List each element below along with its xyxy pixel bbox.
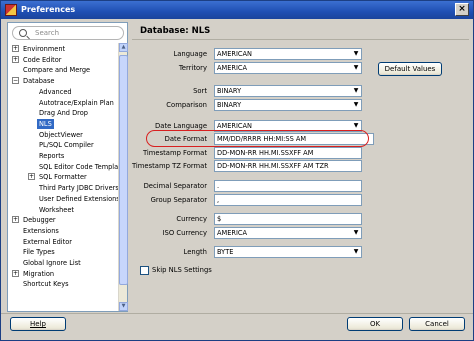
title-bar[interactable]: Preferences × bbox=[1, 1, 473, 19]
timestamp-format-field[interactable]: DD-MON-RR HH.MI.SSXFF AM bbox=[214, 147, 362, 159]
decimal-separator-field[interactable]: . bbox=[214, 180, 362, 192]
length-value: BYTE bbox=[217, 248, 234, 256]
timestamp-tz-format-field[interactable]: DD-MON-RR HH.MI.SSXFF AM TZR bbox=[214, 160, 362, 172]
length-select[interactable]: BYTE ▼ bbox=[214, 246, 362, 258]
collapse-icon[interactable]: − bbox=[12, 77, 19, 85]
tree-item-label: Database bbox=[23, 77, 55, 86]
timestamp-format-label: Timestamp Format bbox=[142, 149, 207, 157]
iso-currency-select[interactable]: AMERICA ▼ bbox=[214, 227, 362, 239]
help-button[interactable]: Help bbox=[10, 317, 66, 331]
territory-select[interactable]: AMERICA ▼ bbox=[214, 62, 362, 74]
chevron-down-icon[interactable]: ▼ bbox=[351, 247, 361, 257]
decimal-separator-label: Decimal Separator bbox=[143, 182, 207, 190]
tree-item-label: Worksheet bbox=[39, 205, 75, 214]
language-value: AMERICAN bbox=[217, 50, 252, 58]
tree-item-label: External Editor bbox=[23, 237, 72, 246]
preferences-tree: + Environment + Code Editor Compare and Merg… bbox=[8, 43, 119, 311]
tree-item-label: Migration bbox=[23, 269, 55, 278]
tree-item-label: Global Ignore List bbox=[23, 259, 81, 267]
footer-divider bbox=[1, 313, 473, 314]
language-select[interactable]: AMERICAN ▼ bbox=[214, 48, 362, 60]
search-placeholder: Search bbox=[35, 29, 60, 37]
expand-icon[interactable]: + bbox=[12, 55, 19, 63]
tree-item-label: Third Party JDBC Drivers bbox=[39, 184, 119, 193]
scrollbar-thumb[interactable] bbox=[119, 55, 128, 285]
comparison-select[interactable]: BINARY ▼ bbox=[214, 99, 362, 111]
language-label: Language bbox=[173, 50, 207, 58]
tree-item-label: PL/SQL Compiler bbox=[39, 141, 94, 150]
expand-icon[interactable]: + bbox=[28, 173, 35, 181]
skip-nls-label: Skip NLS Settings bbox=[152, 266, 212, 274]
currency-field[interactable]: $ bbox=[214, 213, 362, 225]
timestamp-tz-format-label: Timestamp TZ Format bbox=[131, 162, 207, 170]
iso-currency-value: AMERICA bbox=[217, 229, 248, 237]
sort-label: Sort bbox=[193, 87, 207, 95]
date-language-value: AMERICAN bbox=[217, 122, 252, 130]
group-separator-field[interactable]: , bbox=[214, 194, 362, 206]
length-label: Length bbox=[183, 248, 207, 256]
date-language-label: Date Language bbox=[155, 122, 207, 130]
cancel-button[interactable]: Cancel bbox=[409, 317, 465, 331]
tree-item-label: File Types bbox=[23, 248, 55, 257]
expand-icon[interactable]: + bbox=[12, 45, 19, 52]
skip-nls-checkbox[interactable] bbox=[140, 266, 149, 275]
scroll-up-arrow-icon[interactable]: ▲ bbox=[119, 43, 128, 52]
close-button[interactable]: × bbox=[455, 3, 469, 16]
search-icon bbox=[19, 29, 27, 37]
tree-scrollbar[interactable]: ▲ ▼ bbox=[118, 43, 128, 311]
search-input[interactable]: Search bbox=[12, 26, 124, 40]
help-label: Help bbox=[30, 320, 46, 328]
tree-item-label: SQL Formatter bbox=[39, 173, 87, 182]
comparison-label: Comparison bbox=[166, 101, 207, 109]
ok-button[interactable]: OK bbox=[347, 317, 403, 331]
window-title: Preferences bbox=[21, 5, 76, 14]
expand-icon[interactable]: + bbox=[12, 216, 19, 224]
territory-label: Territory bbox=[178, 64, 207, 72]
group-separator-label: Group Separator bbox=[150, 196, 207, 204]
tree-item-label: Shortcut Keys bbox=[23, 280, 69, 289]
sort-value: BINARY bbox=[217, 87, 242, 95]
date-format-highlight bbox=[146, 130, 369, 147]
tree-item-label: Environment bbox=[23, 45, 66, 53]
app-icon bbox=[5, 4, 17, 16]
sort-select[interactable]: BINARY ▼ bbox=[214, 85, 362, 97]
default-values-button[interactable]: Default Values bbox=[378, 62, 442, 76]
chevron-down-icon[interactable]: ▼ bbox=[351, 49, 361, 59]
nls-settings-panel: Database: NLS Language AMERICAN ▼ Territ… bbox=[132, 22, 469, 312]
tree-item-label: Drag And Drop bbox=[39, 109, 88, 118]
tree-item-label: Extensions bbox=[23, 226, 59, 235]
tree-item-label: User Defined Extensions bbox=[39, 194, 119, 203]
chevron-down-icon[interactable]: ▼ bbox=[351, 100, 361, 110]
page-title: Database: NLS bbox=[140, 26, 211, 36]
tree-item-label: Reports bbox=[39, 152, 65, 160]
tree-item-label: NLS bbox=[37, 118, 54, 129]
scroll-down-arrow-icon[interactable]: ▼ bbox=[119, 302, 128, 311]
territory-value: AMERICA bbox=[217, 64, 248, 72]
chevron-down-icon[interactable]: ▼ bbox=[351, 228, 361, 238]
tree-item-label: Advanced bbox=[39, 87, 72, 96]
tree-item-label: Autotrace/Explain Plan bbox=[39, 98, 114, 107]
tree-item-label: Code Editor bbox=[23, 55, 62, 64]
heading-divider bbox=[132, 39, 469, 40]
tree-item-label: ObjectViewer bbox=[39, 130, 83, 139]
chevron-down-icon[interactable]: ▼ bbox=[351, 63, 361, 73]
currency-label: Currency bbox=[176, 215, 207, 223]
tree-item-label: Debugger bbox=[23, 216, 56, 225]
chevron-down-icon[interactable]: ▼ bbox=[351, 86, 361, 96]
preferences-window: Preferences × Search + Environment + Code E… bbox=[0, 0, 474, 341]
iso-currency-label: ISO Currency bbox=[162, 229, 207, 237]
tree-item-label: SQL Editor Code Templates bbox=[39, 162, 119, 171]
tree-item-label: Compare and Merge bbox=[23, 66, 91, 75]
expand-icon[interactable]: + bbox=[12, 269, 19, 277]
comparison-value: BINARY bbox=[217, 101, 242, 109]
navigation-panel: Search + Environment + Code Editor Compare a… bbox=[7, 22, 128, 312]
